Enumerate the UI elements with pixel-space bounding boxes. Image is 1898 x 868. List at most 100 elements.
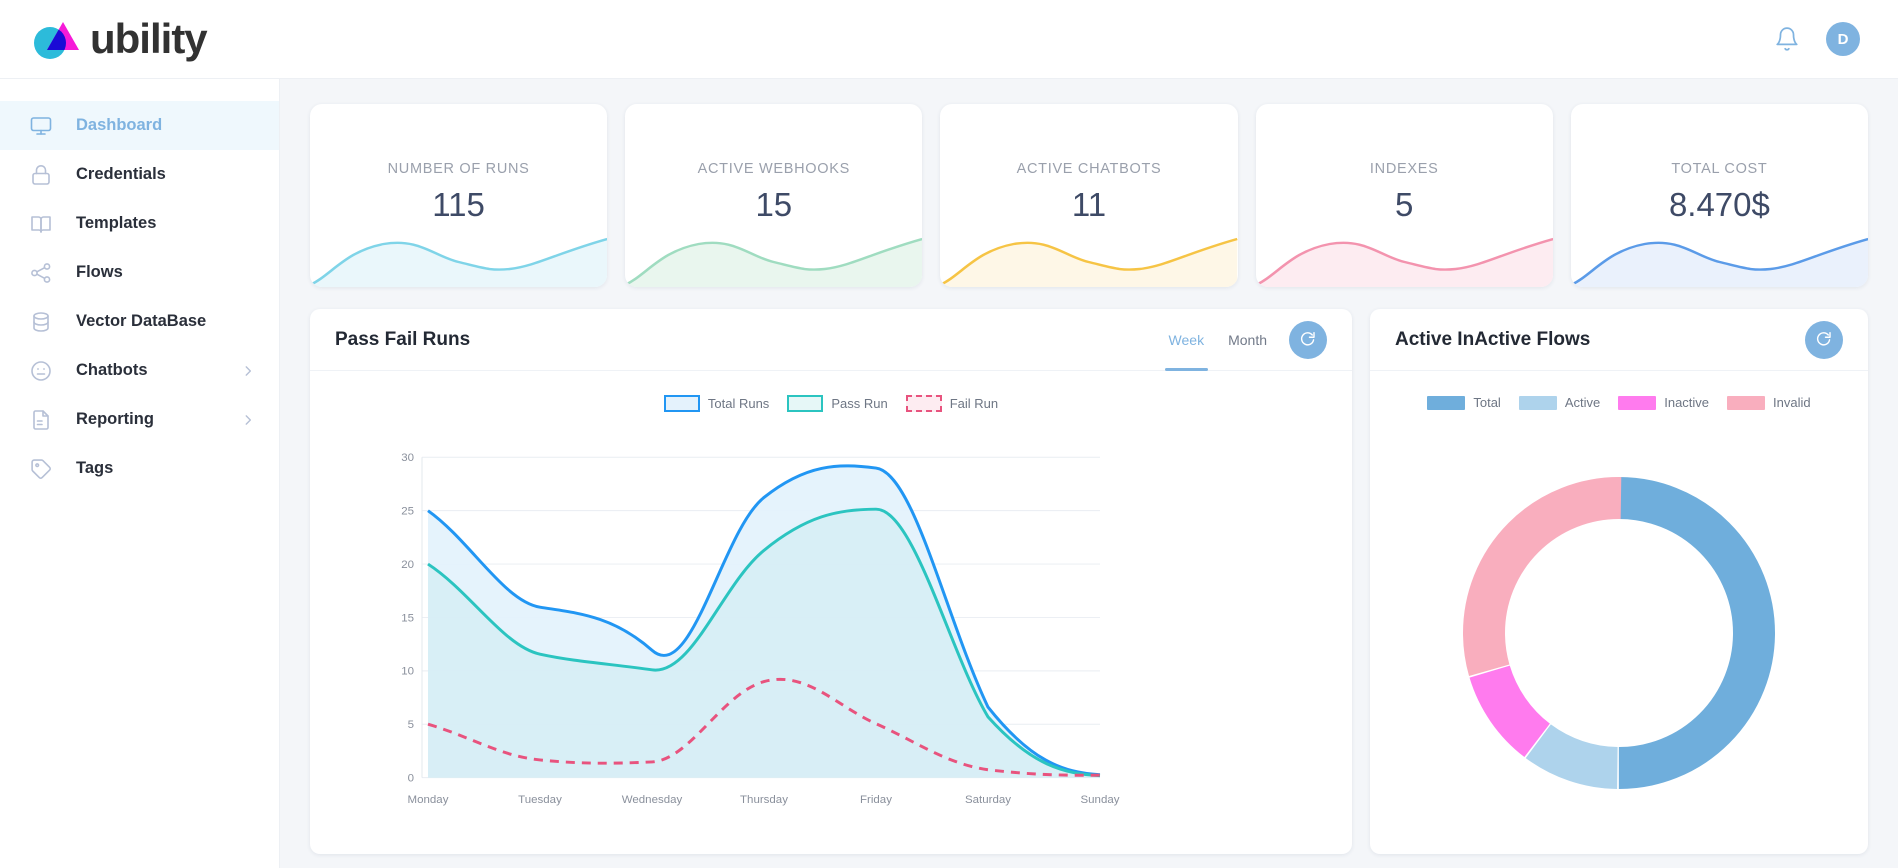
tab-month[interactable]: Month [1228, 309, 1267, 371]
stat-card-number-of-runs[interactable]: NUMBER OF RUNS 115 [310, 104, 608, 287]
x-axis-labels: Monday Tuesday Wednesday Thursday Friday… [408, 794, 1120, 806]
sidebar-item-label: Vector DataBase [76, 312, 207, 330]
top-bar-actions: D [1774, 22, 1860, 56]
legend-label: Pass Run [831, 396, 888, 411]
legend-swatch [787, 395, 824, 412]
sparkline-chart [310, 231, 608, 287]
sidebar-item-chatbots[interactable]: Chatbots [0, 346, 279, 395]
sidebar-item-label: Chatbots [76, 361, 148, 379]
sidebar-item-label: Flows [76, 263, 123, 281]
stat-value: 15 [755, 186, 793, 223]
sidebar-item-tags[interactable]: Tags [0, 444, 279, 493]
chevron-right-icon [241, 413, 255, 427]
legend-item-inactive[interactable]: Inactive [1618, 395, 1709, 410]
monitor-icon [28, 113, 54, 139]
stat-value: 11 [1071, 186, 1107, 223]
sparkline-chart [1255, 231, 1553, 287]
flows-donut-chart [1370, 419, 1868, 846]
svg-text:Sunday: Sunday [1081, 794, 1120, 806]
svg-text:15: 15 [401, 612, 414, 624]
legend-item-active[interactable]: Active [1518, 395, 1601, 410]
legend-swatch [1427, 395, 1466, 410]
avatar[interactable]: D [1826, 22, 1860, 56]
stat-label: INDEXES [1369, 161, 1439, 177]
stat-value: 115 [432, 186, 485, 223]
legend-label: Total [1473, 395, 1501, 410]
sidebar-item-label: Dashboard [76, 116, 163, 134]
stat-value: 8.470$ [1668, 186, 1770, 223]
document-icon [28, 407, 54, 433]
stat-card-active-chatbots[interactable]: ACTIVE CHATBOTS 11 [940, 104, 1238, 287]
sparkline-chart [625, 231, 923, 287]
svg-text:Friday: Friday [860, 794, 892, 806]
panel-header: Pass Fail Runs Week Month [310, 309, 1352, 371]
svg-text:20: 20 [401, 559, 414, 571]
legend-label: Inactive [1664, 395, 1710, 410]
panel-header-actions: Week Month [1164, 309, 1327, 371]
tag-icon [28, 456, 54, 482]
sidebar-item-reporting[interactable]: Reporting [0, 395, 279, 444]
svg-text:30: 30 [401, 452, 414, 464]
legend-swatch [1618, 395, 1657, 410]
legend-item-fail-run[interactable]: Fail Run [905, 395, 999, 412]
sidebar-item-templates[interactable]: Templates [0, 199, 279, 248]
legend-swatch [663, 395, 700, 412]
legend-swatch [1727, 395, 1766, 410]
sidebar-item-vector-database[interactable]: Vector DataBase [0, 297, 279, 346]
sidebar-item-dashboard[interactable]: Dashboard [0, 101, 279, 150]
sparkline-chart [940, 231, 1238, 287]
tab-week[interactable]: Week [1164, 309, 1208, 371]
svg-text:5: 5 [408, 719, 414, 731]
donut-legend: Total Active Inactive Invalid [1370, 371, 1868, 410]
smiley-icon [28, 358, 54, 384]
pass-fail-area-chart: 30 25 20 15 10 5 0 Monday Tuesday Wednes… [310, 423, 1352, 854]
panel-body: Total Runs Pass Run Fail Run 30 25 20 15… [310, 371, 1352, 854]
main-content: NUMBER OF RUNS 115 ACTIVE WEBHOOKS 15 AC… [280, 79, 1898, 868]
svg-text:10: 10 [401, 666, 414, 678]
svg-text:0: 0 [408, 773, 414, 785]
svg-text:Wednesday: Wednesday [622, 794, 683, 806]
legend-item-invalid[interactable]: Invalid [1727, 395, 1811, 410]
brand-name: ubility [90, 15, 208, 62]
stat-card-total-cost[interactable]: TOTAL COST 8.470$ [1570, 104, 1869, 287]
charts-row: Pass Fail Runs Week Month Total Runs Pas… [310, 309, 1868, 854]
sidebar-item-flows[interactable]: Flows [0, 248, 279, 297]
legend-label: Invalid [1773, 395, 1811, 410]
legend-item-total-runs[interactable]: Total Runs [663, 395, 770, 412]
stat-label: ACTIVE CHATBOTS [1016, 161, 1162, 177]
panel-title: Pass Fail Runs [335, 328, 471, 350]
legend-label: Active [1564, 395, 1601, 410]
stat-card-active-webhooks[interactable]: ACTIVE WEBHOOKS 15 [625, 104, 923, 287]
bell-icon[interactable] [1774, 26, 1800, 52]
ubility-logo-icon [28, 16, 86, 62]
page-body: Dashboard Credentials Templates Flows Ve… [0, 79, 1898, 868]
refresh-button-flows[interactable] [1805, 320, 1843, 359]
stat-label: TOTAL COST [1671, 161, 1768, 177]
pass-fail-runs-panel: Pass Fail Runs Week Month Total Runs Pas… [310, 309, 1352, 854]
legend-label: Fail Run [949, 396, 999, 411]
svg-text:Saturday: Saturday [965, 794, 1011, 806]
legend-swatch [1518, 395, 1557, 410]
stat-card-indexes[interactable]: INDEXES 5 [1255, 104, 1553, 287]
sidebar-item-credentials[interactable]: Credentials [0, 150, 279, 199]
lock-icon [28, 162, 54, 188]
y-axis-labels: 30 25 20 15 10 5 0 [401, 452, 414, 784]
sidebar-item-label: Templates [76, 214, 157, 232]
stat-label: ACTIVE WEBHOOKS [697, 161, 850, 177]
refresh-icon [1299, 329, 1317, 350]
refresh-button-pass-fail[interactable] [1289, 320, 1327, 359]
legend-swatch [905, 395, 942, 412]
stat-value: 5 [1395, 186, 1414, 223]
brand-logo[interactable]: ubility [28, 15, 208, 62]
chevron-right-icon [241, 364, 255, 378]
svg-text:Monday: Monday [408, 794, 449, 806]
legend-item-total[interactable]: Total [1427, 395, 1501, 410]
active-inactive-flows-panel: Active InActive Flows Total Active Inact… [1370, 309, 1868, 854]
dashboard-page: ubility D Dashboard Credentials Template… [0, 0, 1898, 868]
stat-cards-row: NUMBER OF RUNS 115 ACTIVE WEBHOOKS 15 AC… [310, 104, 1869, 287]
sidebar-item-label: Tags [76, 459, 114, 477]
svg-text:Tuesday: Tuesday [518, 794, 562, 806]
legend-label: Total Runs [707, 396, 770, 411]
legend-item-pass-run[interactable]: Pass Run [787, 395, 888, 412]
sparkline-chart [1570, 231, 1869, 287]
